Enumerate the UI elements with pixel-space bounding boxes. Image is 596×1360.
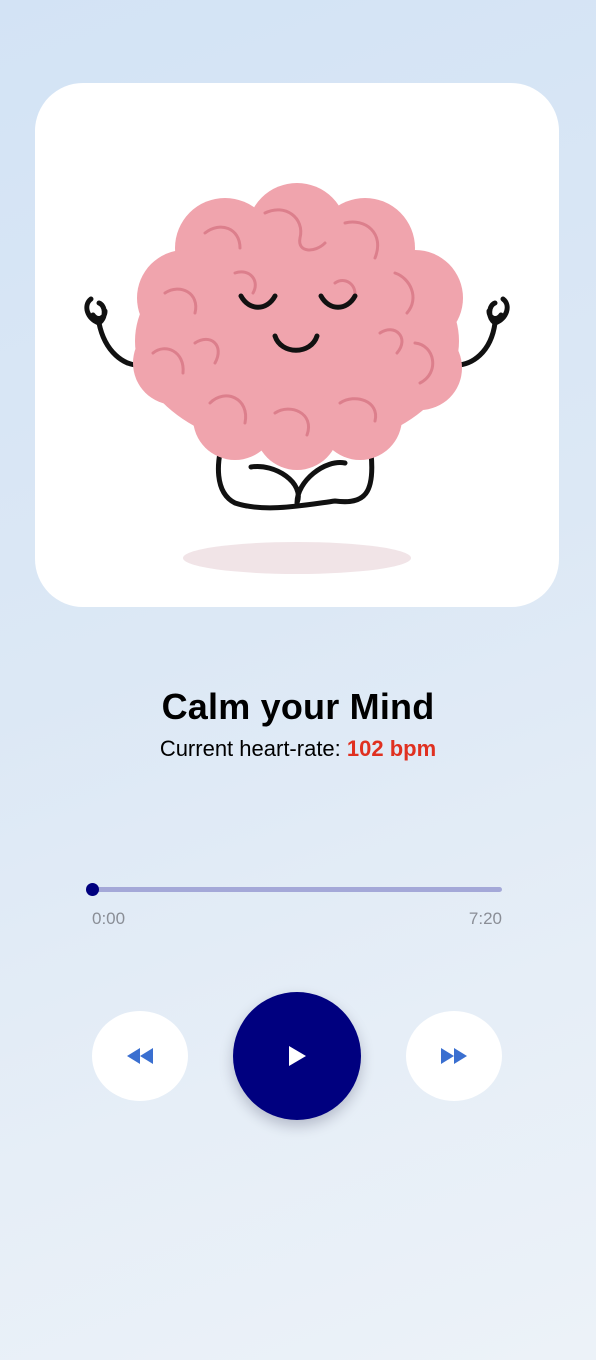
track-title: Calm your Mind (161, 686, 435, 727)
rewind-icon (127, 1048, 153, 1064)
progress-thumb[interactable] (86, 883, 99, 896)
play-icon (289, 1046, 306, 1066)
heart-rate-line: Current heart-rate: 102 bpm (0, 736, 596, 762)
progress-bar[interactable] (92, 887, 502, 892)
rewind-button[interactable] (92, 1011, 188, 1101)
meditation-artwork (35, 83, 559, 607)
heart-rate-label: Current heart-rate: (159, 736, 341, 761)
fast-forward-icon (441, 1048, 467, 1064)
elapsed-time: 0:00 (92, 909, 126, 928)
play-button[interactable] (233, 992, 361, 1120)
fast-forward-button[interactable] (406, 1011, 502, 1101)
meditating-brain-illustration (84, 183, 510, 574)
heart-rate-value: 102 bpm (346, 736, 437, 761)
total-duration: 7:20 (468, 909, 502, 928)
